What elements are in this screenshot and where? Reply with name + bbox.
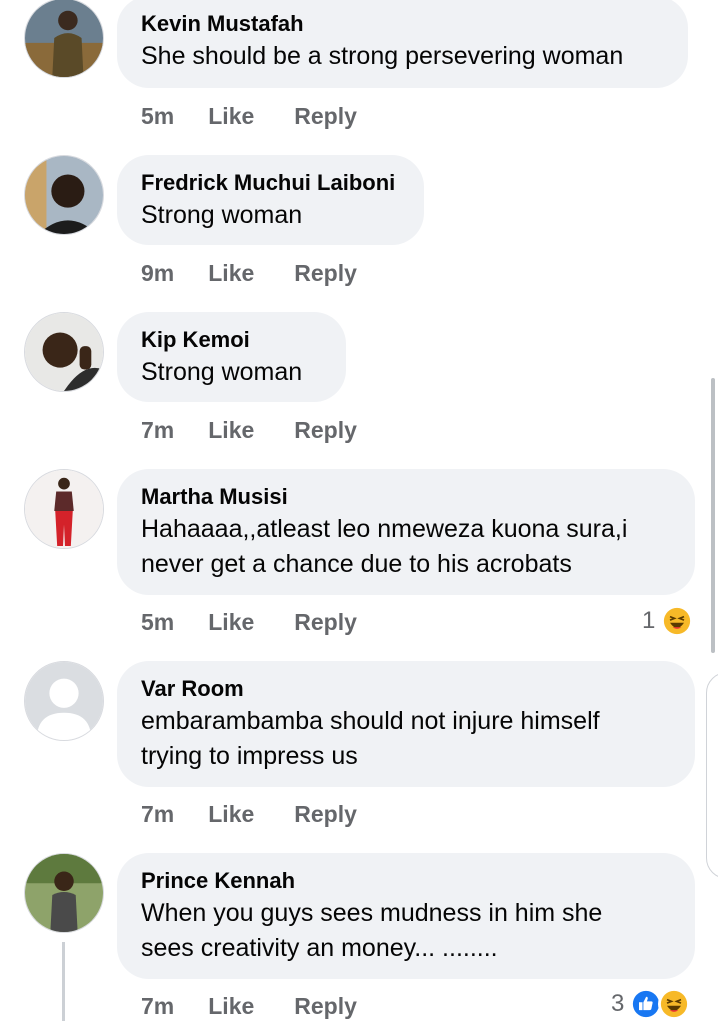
comment-actions: 7m Like Reply [141,413,357,447]
comment-author[interactable]: Martha Musisi [141,482,671,512]
comment-timestamp[interactable]: 9m [141,260,174,287]
reply-button[interactable]: Reply [294,801,357,828]
person-photo-icon [25,854,103,932]
comment-actions: 5m Like Reply [141,605,357,639]
comment-timestamp[interactable]: 5m [141,103,174,130]
comment-text: Hahaaaa,,atleast leo nmeweza kuona sura,… [141,515,628,543]
reaction-count: 1 [642,607,656,634]
reaction-summary[interactable]: 3 [611,986,691,1022]
scrollbar[interactable] [711,378,715,653]
avatar[interactable] [24,853,104,933]
person-photo-icon [25,313,103,391]
avatar[interactable] [24,155,104,235]
comment-author[interactable]: Fredrick Muchui Laiboni [141,168,400,198]
comment-bubble: Martha Musisi Hahaaaa,,atleast leo nmewe… [117,469,695,595]
comment-actions: 7m Like Reply [141,797,357,831]
reaction-summary[interactable]: 1 [642,603,694,639]
comment-text: Strong woman [141,201,303,229]
like-button[interactable]: Like [208,103,254,130]
person-photo-icon [25,156,103,234]
reply-button[interactable]: Reply [294,260,357,287]
person-photo-icon [25,0,103,77]
comment-author[interactable]: Kip Kemoi [141,325,322,355]
avatar[interactable] [24,469,104,549]
comment-actions: 7m Like Reply [141,989,357,1023]
comment-bubble: Kip Kemoi Strong woman [117,312,346,402]
haha-icon [661,605,694,637]
comment-text: embarambamba should not injure himself [141,707,600,735]
comment-author[interactable]: Prince Kennah [141,866,671,896]
reply-button[interactable]: Reply [294,993,357,1020]
reaction-count: 3 [611,990,625,1017]
comment-timestamp[interactable]: 7m [141,993,174,1020]
comment-actions: 9m Like Reply [141,256,357,290]
reply-button[interactable]: Reply [294,103,357,130]
comment-text: sees creativity an money... ........ [141,934,498,962]
comment-text: never get a chance due to his acrobats [141,550,572,578]
haha-icon [658,988,691,1020]
edge-panel-tab[interactable] [706,672,718,879]
comment-bubble: Prince Kennah When you guys sees mudness… [117,853,695,979]
reply-button[interactable]: Reply [294,417,357,444]
comment-bubble: Var Room embarambamba should not injure … [117,661,695,787]
comment-timestamp[interactable]: 7m [141,801,174,828]
comment-bubble: Kevin Mustafah She should be a strong pe… [117,0,688,88]
comment-author[interactable]: Kevin Mustafah [141,9,664,39]
comment-text: trying to impress us [141,742,358,770]
comment-text: Strong woman [141,358,303,386]
reply-button[interactable]: Reply [294,609,357,636]
avatar[interactable] [24,0,104,78]
avatar[interactable] [24,312,104,392]
comment-bubble: Fredrick Muchui Laiboni Strong woman [117,155,424,245]
person-photo-icon [25,470,103,548]
comment-text: She should be a strong persevering woman [141,42,624,70]
like-button[interactable]: Like [208,801,254,828]
default-user-icon [25,662,103,740]
like-button[interactable]: Like [208,609,254,636]
comment-text: When you guys sees mudness in him she [141,899,603,927]
reply-thread-line [62,942,65,1021]
like-button[interactable]: Like [208,260,254,287]
like-button[interactable]: Like [208,417,254,444]
comment-timestamp[interactable]: 5m [141,609,174,636]
avatar[interactable] [24,661,104,741]
like-button[interactable]: Like [208,993,254,1020]
comment-timestamp[interactable]: 7m [141,417,174,444]
comment-author[interactable]: Var Room [141,674,671,704]
comment-actions: 5m Like Reply [141,99,357,133]
